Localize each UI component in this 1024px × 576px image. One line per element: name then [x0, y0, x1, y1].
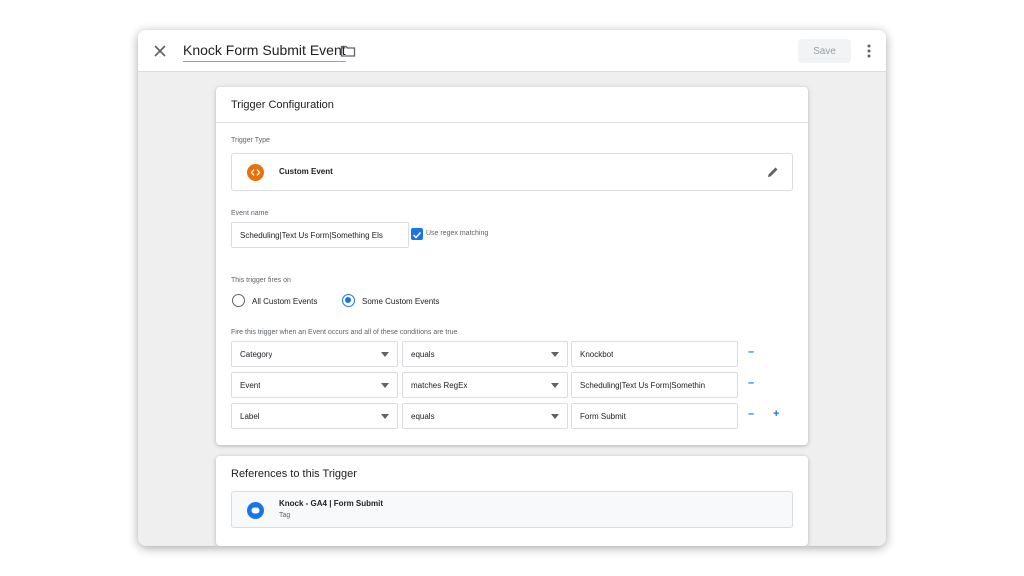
condition-operator-text: equals: [411, 350, 435, 359]
trigger-configuration-card: Trigger Configuration Trigger Type Custo…: [216, 87, 808, 445]
reference-type: Tag: [279, 512, 291, 519]
dropdown-arrow-icon: [551, 383, 559, 388]
remove-condition-button[interactable]: –: [748, 377, 754, 389]
dropdown-arrow-icon: [381, 383, 389, 388]
trigger-type-label: Trigger Type: [231, 137, 270, 144]
condition-value-input[interactable]: Scheduling|Text Us Form|Somethin: [571, 372, 738, 398]
remove-condition-button[interactable]: –: [748, 346, 754, 358]
trigger-title[interactable]: Knock Form Submit Event: [183, 42, 346, 62]
condition-value-input[interactable]: Knockbot: [571, 341, 738, 367]
folder-icon[interactable]: [340, 43, 356, 59]
add-condition-button[interactable]: +: [773, 408, 779, 420]
dropdown-arrow-icon: [381, 414, 389, 419]
condition-variable-select[interactable]: Label: [231, 403, 398, 429]
condition-variable-select[interactable]: Category: [231, 341, 398, 367]
radio-some-custom-events[interactable]: [342, 294, 355, 307]
condition-operator-select[interactable]: equals: [402, 403, 568, 429]
close-icon[interactable]: [150, 41, 170, 61]
trigger-type-name: Custom Event: [279, 167, 333, 176]
radio-all-custom-events[interactable]: [232, 294, 245, 307]
condition-variable-text: Category: [240, 350, 273, 359]
radio-all-label: All Custom Events: [252, 297, 318, 306]
condition-variable-select[interactable]: Event: [231, 372, 398, 398]
condition-operator-select[interactable]: equals: [402, 341, 568, 367]
condition-operator-text: equals: [411, 412, 435, 421]
top-bar: Knock Form Submit Event Save: [138, 30, 886, 72]
reference-name: Knock - GA4 | Form Submit: [279, 499, 384, 508]
radio-some-label: Some Custom Events: [362, 297, 440, 306]
regex-label: Use regex matching: [426, 230, 489, 237]
event-name-input[interactable]: [231, 222, 409, 248]
dropdown-arrow-icon: [551, 414, 559, 419]
remove-condition-button[interactable]: –: [748, 408, 754, 420]
references-title: References to this Trigger: [231, 468, 357, 480]
pencil-edit-icon[interactable]: [766, 165, 780, 179]
dropdown-arrow-icon: [551, 352, 559, 357]
condition-value-input[interactable]: Form Submit: [571, 403, 738, 429]
condition-variable-text: Event: [240, 381, 261, 390]
event-name-label: Event name: [231, 210, 269, 217]
custom-event-icon: [247, 164, 264, 181]
reference-item[interactable]: Knock - GA4 | Form Submit Tag: [231, 491, 793, 528]
condition-variable-text: Label: [240, 412, 260, 421]
trigger-type-selector[interactable]: Custom Event: [231, 153, 793, 191]
condition-value-text: Scheduling|Text Us Form|Somethin: [580, 381, 706, 390]
condition-operator-text: matches RegEx: [411, 381, 468, 390]
card-title: Trigger Configuration: [216, 87, 808, 123]
regex-checkbox[interactable]: [411, 228, 423, 240]
references-card: References to this Trigger Knock - GA4 |…: [216, 456, 808, 546]
save-button[interactable]: Save: [798, 39, 851, 63]
condition-value-text: Knockbot: [580, 350, 614, 359]
more-vert-icon[interactable]: [860, 42, 878, 60]
conditions-label: Fire this trigger when an Event occurs a…: [231, 329, 458, 336]
trigger-editor-window: Knock Form Submit Event Save Trigger Con…: [138, 30, 886, 546]
dropdown-arrow-icon: [381, 352, 389, 357]
tag-icon: [247, 502, 264, 519]
checkmark-icon: [412, 231, 422, 239]
condition-value-text: Form Submit: [580, 412, 626, 421]
condition-operator-select[interactable]: matches RegEx: [402, 372, 568, 398]
fires-on-label: This trigger fires on: [231, 277, 291, 284]
